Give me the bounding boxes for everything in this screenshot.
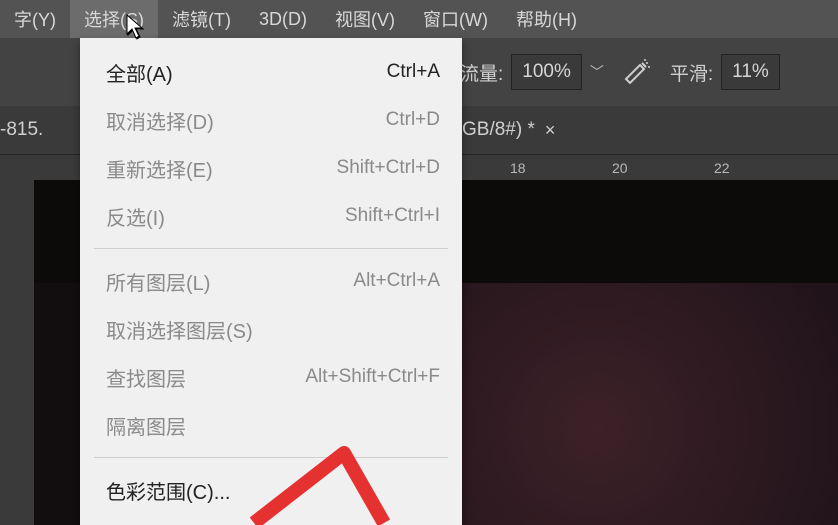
annotation-arrow <box>244 443 444 525</box>
menu-cmd-deselect-layers[interactable]: 取消选择图层(S) <box>80 305 462 353</box>
menu-cmd-find-layers[interactable]: 查找图层Alt+Shift+Ctrl+F <box>80 353 462 401</box>
menu-separator <box>94 248 448 249</box>
flow-field: 流量: 100% ﹀ <box>460 54 604 90</box>
menu-window[interactable]: 窗口(W) <box>409 0 502 38</box>
menu-type[interactable]: 字(Y) <box>0 0 70 38</box>
close-icon[interactable]: × <box>545 120 556 141</box>
menu-view[interactable]: 视图(V) <box>321 0 409 38</box>
menu-cmd-deselect[interactable]: 取消选择(D)Ctrl+D <box>80 96 462 144</box>
smooth-value[interactable]: 11% <box>721 54 780 90</box>
chevron-down-icon[interactable]: ﹀ <box>590 62 604 82</box>
menu-cmd-isolate-layers[interactable]: 隔离图层 <box>80 401 462 449</box>
tick: 18 <box>510 160 526 176</box>
menu-cmd-inverse[interactable]: 反选(I)Shift+Ctrl+I <box>80 192 462 240</box>
menu-3d[interactable]: 3D(D) <box>245 0 321 38</box>
smooth-label: 平滑: <box>670 59 713 86</box>
cursor-icon <box>126 14 146 45</box>
ruler-vertical <box>0 180 35 525</box>
menu-cmd-all-layers[interactable]: 所有图层(L)Alt+Ctrl+A <box>80 257 462 305</box>
menu-filter[interactable]: 滤镜(T) <box>158 0 245 38</box>
flow-value[interactable]: 100% <box>511 54 582 90</box>
doc-frag-left[interactable]: -815. <box>0 106 51 154</box>
menu-help[interactable]: 帮助(H) <box>502 0 591 38</box>
menu-cmd-all[interactable]: 全部(A)Ctrl+A <box>80 48 462 96</box>
tick: 22 <box>714 160 730 176</box>
airbrush-icon[interactable] <box>622 57 652 87</box>
flow-label: 流量: <box>460 59 503 86</box>
tick: 20 <box>612 160 628 176</box>
menu-cmd-reselect[interactable]: 重新选择(E)Shift+Ctrl+D <box>80 144 462 192</box>
smooth-field: 平滑: 11% <box>670 54 780 90</box>
